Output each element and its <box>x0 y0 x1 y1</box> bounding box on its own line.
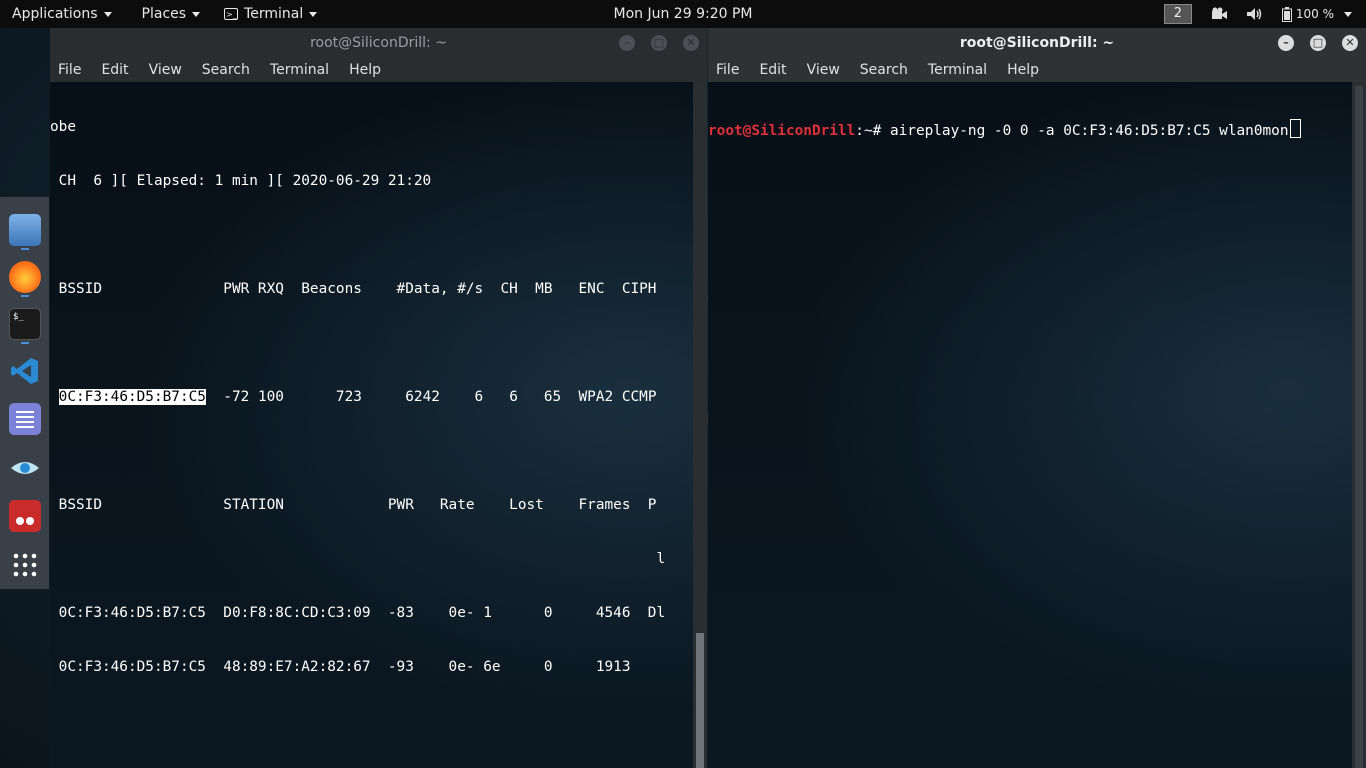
battery-level: 100 % <box>1295 7 1334 21</box>
scrollbar-thumb[interactable] <box>696 633 704 768</box>
top-panel: Applications Places >_ Terminal Mon Jun … <box>0 0 1366 28</box>
ap-row: 0C:F3:46:D5:B7:C5 -72 100 723 6242 6 6 6… <box>50 388 693 406</box>
terminal-window-left[interactable]: root@SiliconDrill: ~ – □ ✕ File Edit Vie… <box>50 28 707 768</box>
output-line: obe <box>50 119 76 135</box>
camera-icon <box>1211 7 1227 19</box>
eye-icon[interactable] <box>9 452 41 484</box>
menu-terminal[interactable]: Terminal <box>918 62 997 78</box>
running-indicator <box>21 295 29 297</box>
chevron-down-icon <box>103 11 112 17</box>
menu-terminal[interactable]: Terminal <box>260 62 339 78</box>
output-line: BSSID PWR RXQ Beacons #Data, #/s CH MB E… <box>50 281 657 297</box>
chevron-down-icon <box>192 11 201 17</box>
terminal-app-label: Terminal <box>244 6 304 22</box>
maximize-button[interactable]: □ <box>651 35 667 51</box>
menubar: File Edit View Search Terminal Help <box>50 58 707 82</box>
chevron-down-icon <box>309 11 318 17</box>
places-label: Places <box>141 6 187 22</box>
output-line: CH 6 ][ Elapsed: 1 min ][ 2020-06-29 21:… <box>50 173 432 189</box>
selected-bssid[interactable]: 0C:F3:46:D5:B7:C5 <box>58 389 206 405</box>
window-title: root@SiliconDrill: ~ <box>310 35 447 51</box>
chevron-down-icon <box>1344 11 1352 17</box>
close-button[interactable]: ✕ <box>1342 35 1358 51</box>
terminal-icon: >_ <box>224 8 239 20</box>
running-indicator <box>21 248 29 250</box>
menu-help[interactable]: Help <box>997 62 1049 78</box>
applications-label: Applications <box>12 6 98 22</box>
menubar: File Edit View Search Terminal Help <box>708 58 1366 82</box>
show-apps-icon[interactable] <box>9 549 41 581</box>
menu-file[interactable]: File <box>50 62 91 78</box>
text-editor-icon[interactable] <box>9 403 41 435</box>
cherrytree-icon[interactable] <box>9 500 41 532</box>
scrollbar[interactable] <box>693 82 707 768</box>
menu-file[interactable]: File <box>708 62 749 78</box>
terminal-window-right[interactable]: root@SiliconDrill: ~ – □ ✕ File Edit Vie… <box>708 28 1366 768</box>
menu-edit[interactable]: Edit <box>749 62 796 78</box>
terminal-output[interactable]: obe CH 6 ][ Elapsed: 1 min ][ 2020-06-29… <box>50 82 693 768</box>
command-line[interactable]: root@SiliconDrill:~# aireplay-ng -0 0 -a… <box>708 119 1352 139</box>
scrollbar-thumb[interactable] <box>1355 86 1363 768</box>
vscode-icon[interactable] <box>9 355 41 387</box>
running-indicator <box>21 342 29 344</box>
prompt-command: :~# aireplay-ng -0 0 -a 0C:F3:46:D5:B7:C… <box>855 123 1289 139</box>
menu-search[interactable]: Search <box>850 62 918 78</box>
terminal-app-menu[interactable]: >_ Terminal <box>214 0 327 28</box>
text-cursor <box>1289 119 1301 138</box>
dock: $_ <box>0 197 49 589</box>
terminal-icon[interactable]: $_ <box>9 308 41 340</box>
window-titlebar[interactable]: root@SiliconDrill: ~ – □ ✕ <box>50 28 707 58</box>
clock[interactable]: Mon Jun 29 9:20 PM <box>614 6 753 22</box>
terminal-output[interactable]: root@SiliconDrill:~# aireplay-ng -0 0 -a… <box>708 82 1352 768</box>
minimize-button[interactable]: – <box>619 35 635 51</box>
menu-search[interactable]: Search <box>192 62 260 78</box>
minimize-button[interactable]: – <box>1278 35 1294 51</box>
places-menu[interactable]: Places <box>132 0 211 28</box>
output-line: 0C:F3:46:D5:B7:C5 48:89:E7:A2:82:67 -93 … <box>50 659 631 675</box>
output-line: BSSID STATION PWR Rate Lost Frames P <box>50 497 657 513</box>
window-title: root@SiliconDrill: ~ <box>959 35 1115 51</box>
close-button[interactable]: ✕ <box>683 35 699 51</box>
maximize-button[interactable]: □ <box>1310 35 1326 51</box>
menu-help[interactable]: Help <box>339 62 391 78</box>
files-icon[interactable] <box>9 214 41 246</box>
volume-icon <box>1246 8 1262 20</box>
menu-edit[interactable]: Edit <box>91 62 138 78</box>
menu-view[interactable]: View <box>139 62 192 78</box>
prompt-user: root@SiliconDrill <box>708 123 856 139</box>
system-tray[interactable]: 2 100 % <box>1163 0 1352 28</box>
ap-row-values: -72 100 723 6242 6 6 65 WPA2 CCMP <box>205 389 657 405</box>
workspace-indicator[interactable]: 2 <box>1163 4 1192 24</box>
firefox-icon[interactable] <box>9 261 41 293</box>
applications-menu[interactable]: Applications <box>0 0 122 28</box>
menu-view[interactable]: View <box>797 62 850 78</box>
scrollbar[interactable] <box>1352 82 1366 768</box>
output-line: l <box>50 551 666 567</box>
output-line: 0C:F3:46:D5:B7:C5 D0:F8:8C:CD:C3:09 -83 … <box>50 605 666 621</box>
window-titlebar[interactable]: root@SiliconDrill: ~ – □ ✕ <box>708 28 1366 58</box>
battery-icon <box>1281 6 1292 22</box>
